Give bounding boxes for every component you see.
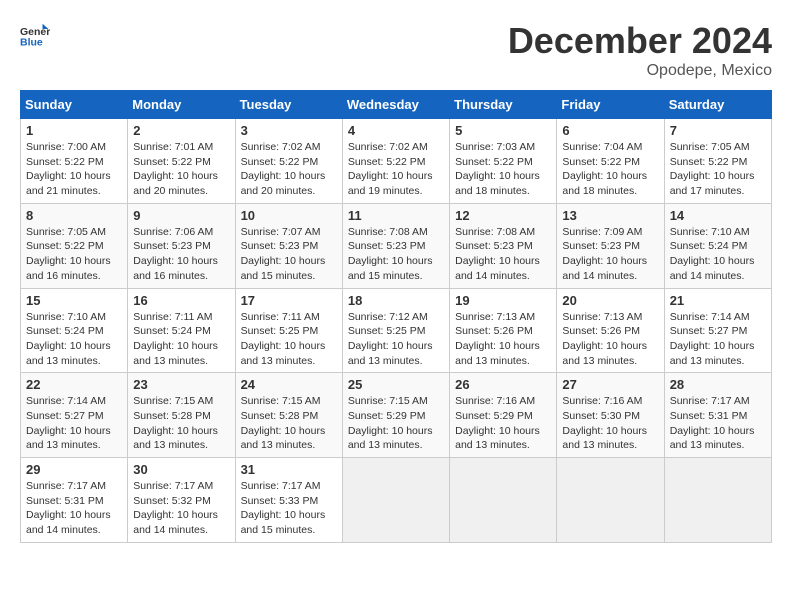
page-header: General Blue December 2024 Opodepe, Mexi…	[20, 20, 772, 80]
calendar-week-4: 22 Sunrise: 7:14 AMSunset: 5:27 PMDaylig…	[21, 373, 772, 458]
col-wednesday: Wednesday	[342, 91, 449, 119]
logo-icon: General Blue	[20, 20, 50, 50]
empty-cell-3	[557, 458, 664, 543]
logo: General Blue	[20, 20, 50, 50]
day-5: 5 Sunrise: 7:03 AMSunset: 5:22 PMDayligh…	[450, 119, 557, 204]
calendar-week-2: 8 Sunrise: 7:05 AMSunset: 5:22 PMDayligh…	[21, 203, 772, 288]
day-18: 18 Sunrise: 7:12 AMSunset: 5:25 PMDaylig…	[342, 288, 449, 373]
day-19: 19 Sunrise: 7:13 AMSunset: 5:26 PMDaylig…	[450, 288, 557, 373]
day-3: 3 Sunrise: 7:02 AMSunset: 5:22 PMDayligh…	[235, 119, 342, 204]
empty-cell-1	[342, 458, 449, 543]
col-saturday: Saturday	[664, 91, 771, 119]
day-16: 16 Sunrise: 7:11 AMSunset: 5:24 PMDaylig…	[128, 288, 235, 373]
day-9: 9 Sunrise: 7:06 AMSunset: 5:23 PMDayligh…	[128, 203, 235, 288]
day-27: 27 Sunrise: 7:16 AMSunset: 5:30 PMDaylig…	[557, 373, 664, 458]
day-30: 30 Sunrise: 7:17 AMSunset: 5:32 PMDaylig…	[128, 458, 235, 543]
day-12: 12 Sunrise: 7:08 AMSunset: 5:23 PMDaylig…	[450, 203, 557, 288]
title-area: December 2024 Opodepe, Mexico	[508, 20, 772, 80]
day-24: 24 Sunrise: 7:15 AMSunset: 5:28 PMDaylig…	[235, 373, 342, 458]
day-31: 31 Sunrise: 7:17 AMSunset: 5:33 PMDaylig…	[235, 458, 342, 543]
empty-cell-4	[664, 458, 771, 543]
day-11: 11 Sunrise: 7:08 AMSunset: 5:23 PMDaylig…	[342, 203, 449, 288]
day-21: 21 Sunrise: 7:14 AMSunset: 5:27 PMDaylig…	[664, 288, 771, 373]
col-thursday: Thursday	[450, 91, 557, 119]
day-4: 4 Sunrise: 7:02 AMSunset: 5:22 PMDayligh…	[342, 119, 449, 204]
day-10: 10 Sunrise: 7:07 AMSunset: 5:23 PMDaylig…	[235, 203, 342, 288]
col-tuesday: Tuesday	[235, 91, 342, 119]
calendar-week-5: 29 Sunrise: 7:17 AMSunset: 5:31 PMDaylig…	[21, 458, 772, 543]
day-14: 14 Sunrise: 7:10 AMSunset: 5:24 PMDaylig…	[664, 203, 771, 288]
calendar-week-1: 1 Sunrise: 7:00 AMSunset: 5:22 PMDayligh…	[21, 119, 772, 204]
day-6: 6 Sunrise: 7:04 AMSunset: 5:22 PMDayligh…	[557, 119, 664, 204]
day-28: 28 Sunrise: 7:17 AMSunset: 5:31 PMDaylig…	[664, 373, 771, 458]
day-20: 20 Sunrise: 7:13 AMSunset: 5:26 PMDaylig…	[557, 288, 664, 373]
day-7: 7 Sunrise: 7:05 AMSunset: 5:22 PMDayligh…	[664, 119, 771, 204]
calendar-table: Sunday Monday Tuesday Wednesday Thursday…	[20, 90, 772, 543]
day-26: 26 Sunrise: 7:16 AMSunset: 5:29 PMDaylig…	[450, 373, 557, 458]
day-23: 23 Sunrise: 7:15 AMSunset: 5:28 PMDaylig…	[128, 373, 235, 458]
svg-text:Blue: Blue	[20, 37, 43, 49]
calendar-header-row: Sunday Monday Tuesday Wednesday Thursday…	[21, 91, 772, 119]
day-2: 2 Sunrise: 7:01 AMSunset: 5:22 PMDayligh…	[128, 119, 235, 204]
day-25: 25 Sunrise: 7:15 AMSunset: 5:29 PMDaylig…	[342, 373, 449, 458]
day-17: 17 Sunrise: 7:11 AMSunset: 5:25 PMDaylig…	[235, 288, 342, 373]
location-title: Opodepe, Mexico	[508, 62, 772, 80]
empty-cell-2	[450, 458, 557, 543]
col-sunday: Sunday	[21, 91, 128, 119]
day-1: 1 Sunrise: 7:00 AMSunset: 5:22 PMDayligh…	[21, 119, 128, 204]
month-title: December 2024	[508, 20, 772, 62]
day-8: 8 Sunrise: 7:05 AMSunset: 5:22 PMDayligh…	[21, 203, 128, 288]
col-friday: Friday	[557, 91, 664, 119]
day-13: 13 Sunrise: 7:09 AMSunset: 5:23 PMDaylig…	[557, 203, 664, 288]
col-monday: Monday	[128, 91, 235, 119]
calendar-week-3: 15 Sunrise: 7:10 AMSunset: 5:24 PMDaylig…	[21, 288, 772, 373]
day-15: 15 Sunrise: 7:10 AMSunset: 5:24 PMDaylig…	[21, 288, 128, 373]
day-22: 22 Sunrise: 7:14 AMSunset: 5:27 PMDaylig…	[21, 373, 128, 458]
day-29: 29 Sunrise: 7:17 AMSunset: 5:31 PMDaylig…	[21, 458, 128, 543]
